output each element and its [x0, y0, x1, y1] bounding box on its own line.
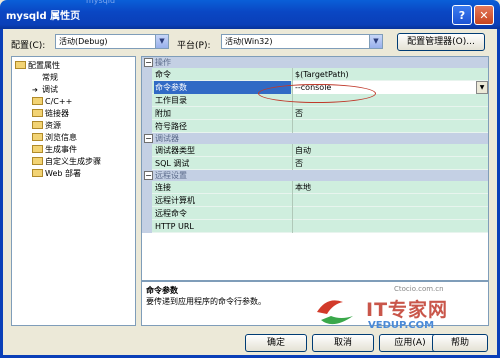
property-value[interactable]: 本地 [292, 181, 488, 194]
collapse-icon[interactable]: − [144, 134, 153, 143]
collapse-icon[interactable]: − [144, 58, 153, 67]
property-row[interactable]: HTTP URL [142, 220, 488, 233]
collapse-icon[interactable]: − [144, 171, 153, 180]
window-frame-left [0, 29, 3, 358]
title-ghost-text: mysqld [86, 0, 116, 5]
property-row[interactable]: 符号路径 [142, 120, 488, 133]
property-row[interactable]: 命令 $(TargetPath) [142, 68, 488, 81]
close-icon[interactable]: ✕ [474, 5, 494, 25]
tree-item-web-deploy[interactable]: Web 部署 [12, 168, 135, 180]
property-row[interactable]: 附加 否 [142, 107, 488, 120]
property-name: 远程命令 [155, 209, 187, 218]
tree-item-custom-build[interactable]: 自定义生成步骤 [12, 156, 135, 168]
folder-icon [32, 144, 43, 153]
tree-item-browse-info[interactable]: 浏览信息 [12, 132, 135, 144]
property-name: 连接 [155, 183, 171, 192]
folder-open-icon [15, 60, 26, 69]
annotation-ellipse [258, 84, 376, 103]
tree-item-linker[interactable]: 链接器 [12, 108, 135, 120]
config-label: 配置(C): [11, 41, 46, 51]
category-actions[interactable]: − 操作 [142, 57, 488, 68]
help-icon[interactable]: ? [452, 5, 472, 25]
property-row[interactable]: 远程命令 [142, 207, 488, 220]
help-button[interactable]: 帮助 [432, 334, 488, 352]
property-name: SQL 调试 [155, 159, 190, 168]
property-value[interactable] [292, 220, 488, 233]
property-value[interactable]: 否 [292, 107, 488, 120]
config-select[interactable]: 活动(Debug) ▼ [55, 34, 169, 49]
property-row[interactable]: 连接 本地 [142, 181, 488, 194]
category-debugger[interactable]: − 调试器 [142, 133, 488, 144]
property-name: 远程计算机 [155, 196, 195, 205]
cancel-button[interactable]: 取消 [312, 334, 374, 352]
watermark-logo [317, 300, 353, 325]
tree-item-build-events[interactable]: 生成事件 [12, 144, 135, 156]
config-manager-button[interactable]: 配置管理器(O)... [397, 33, 485, 51]
platform-select[interactable]: 活动(Win32) ▼ [221, 34, 383, 49]
folder-icon [32, 156, 43, 165]
tree-item-resources[interactable]: 资源 [12, 120, 135, 132]
tree-item-general[interactable]: 常规 [12, 72, 135, 84]
platform-select-value: 活动(Win32) [225, 37, 273, 46]
property-value[interactable]: 否 [292, 157, 488, 170]
folder-icon [32, 96, 43, 105]
property-name: 符号路径 [155, 122, 187, 131]
property-name: 调试器类型 [155, 146, 195, 155]
property-name: 命令 [155, 70, 171, 79]
watermark-subtext: Ctocio.com.cn [394, 285, 444, 293]
title-bar: mysqld mysqld 属性页 ? ✕ [0, 0, 500, 29]
property-row[interactable]: SQL 调试 否 [142, 157, 488, 170]
tree-item-debugging[interactable]: ➔ 调试 [12, 84, 135, 96]
property-row[interactable]: 调试器类型 自动 [142, 144, 488, 157]
folder-icon [32, 120, 43, 129]
watermark-url: VEDUP.COM [368, 320, 435, 331]
watermark-brand: IT专家网 [366, 299, 449, 321]
chevron-down-icon[interactable]: ▼ [369, 35, 382, 48]
platform-label: 平台(P): [177, 41, 211, 51]
property-name: HTTP URL [155, 222, 194, 231]
config-select-value: 活动(Debug) [59, 37, 108, 46]
window-title: mysqld 属性页 [6, 11, 81, 22]
folder-icon [32, 168, 43, 177]
property-value[interactable]: 自动 [292, 144, 488, 157]
folder-icon [32, 132, 43, 141]
property-tree: 配置属性 常规 ➔ 调试 C/C++ 链接器 资源 浏览信息 生成事件 自定义生成… [11, 56, 136, 326]
folder-icon [32, 108, 43, 117]
property-value[interactable]: $(TargetPath) [292, 68, 488, 81]
property-value[interactable] [292, 207, 488, 220]
tree-item-config-properties[interactable]: 配置属性 [12, 60, 135, 72]
tree-item-cpp[interactable]: C/C++ [12, 96, 135, 108]
chevron-down-icon[interactable]: ▼ [155, 35, 168, 48]
arrow-right-icon: ➔ [32, 86, 38, 94]
category-remote-settings[interactable]: − 远程设置 [142, 170, 488, 181]
ok-button[interactable]: 确定 [245, 334, 307, 352]
property-value[interactable] [292, 194, 488, 207]
property-name: 附加 [155, 109, 171, 118]
chevron-down-icon[interactable]: ▼ [476, 81, 488, 94]
property-value[interactable] [292, 120, 488, 133]
property-row[interactable]: 远程计算机 [142, 194, 488, 207]
